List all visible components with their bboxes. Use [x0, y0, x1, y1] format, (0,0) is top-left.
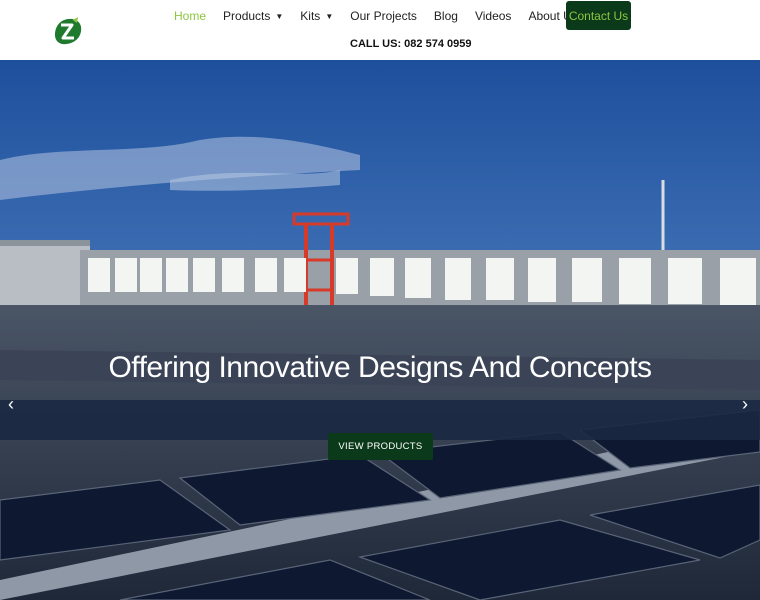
nav-kits-label: Kits [300, 9, 321, 23]
main-nav: Home Products ▼ Kits ▼ Our Projects Blog V… [174, 0, 595, 32]
nav-videos[interactable]: Videos [475, 9, 511, 23]
chevron-down-icon: ▼ [325, 11, 334, 21]
nav-products-label: Products [223, 9, 271, 23]
site-header: Home Products ▼ Kits ▼ Our Projects Blog V… [0, 0, 760, 60]
hero-slider: Offering Innovative Designs And Concepts… [0, 60, 760, 600]
chevron-right-icon[interactable]: › [742, 394, 748, 415]
contact-us-button[interactable]: Contact Us [566, 1, 631, 30]
nav-kits[interactable]: Kits ▼ [300, 9, 333, 23]
chevron-down-icon: ▼ [275, 11, 284, 21]
hero-background-image [0, 60, 760, 600]
hero-title: Offering Innovative Designs And Concepts [108, 351, 652, 384]
leaf-logo-icon[interactable] [52, 15, 84, 47]
nav-our-projects-label: Our Projects [350, 9, 417, 23]
view-products-button[interactable]: VIEW PRODUCTS [328, 433, 433, 460]
nav-our-projects[interactable]: Our Projects [350, 9, 417, 23]
nav-blog[interactable]: Blog [434, 9, 458, 23]
call-us-phone[interactable]: CALL US: 082 574 0959 [350, 38, 471, 50]
nav-home[interactable]: Home [174, 9, 206, 23]
nav-home-label: Home [174, 9, 207, 23]
nav-products[interactable]: Products ▼ [223, 9, 283, 23]
nav-blog-label: Blog [433, 9, 458, 23]
nav-videos-label: Videos [474, 9, 512, 23]
chevron-left-icon[interactable]: ‹ [8, 394, 14, 415]
